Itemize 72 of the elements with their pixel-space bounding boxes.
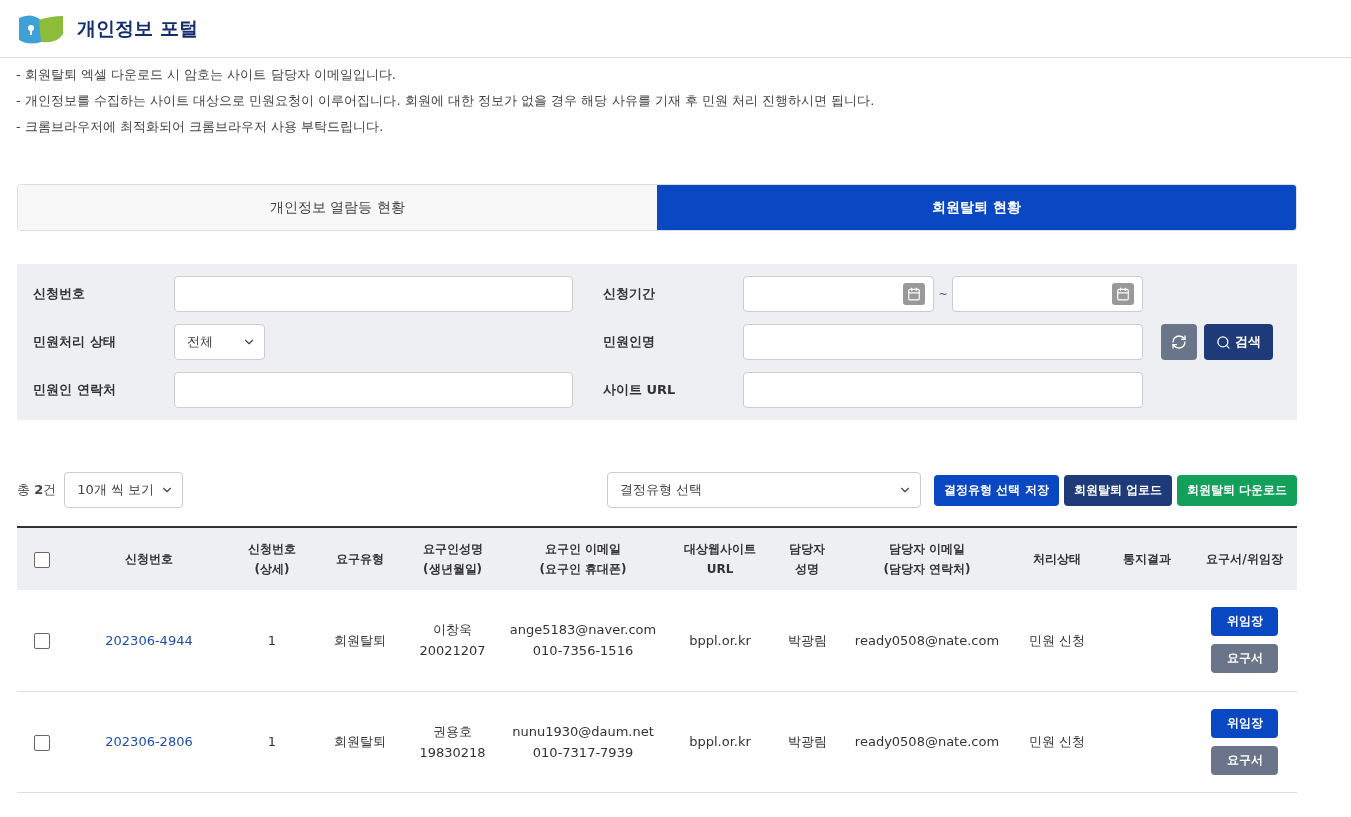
document-button[interactable]: 위임장 [1211,708,1278,738]
total-count: 총 2건 [17,481,57,499]
reset-button[interactable] [1161,324,1197,360]
table-cell: 1 [267,734,277,749]
table-cell: bppl.or.kr [689,632,751,648]
table-cell-text: 이창욱 [432,621,473,640]
table-cell: 민원 신청 [1028,632,1086,648]
table-cell: bppl.or.kr [689,734,751,749]
calendar-icon [903,283,926,305]
table-cell: ready0508@nate.com [854,734,1000,749]
input-field[interactable] [743,324,1143,360]
tab[interactable]: 회원탈퇴 현황 [657,185,1296,230]
row-checkbox[interactable] [33,734,50,751]
table-cell-text: 19830218 [418,743,487,762]
table-cell-text: ange5183@naver.com [508,621,658,640]
table-cell: 박광림 [787,734,827,749]
column-header: 신청번호 [125,552,173,566]
refresh-icon [1171,334,1187,350]
status-select[interactable]: 전체 [174,324,265,360]
table-cell-text: 20021207 [418,642,487,661]
range-separator: ~ [938,287,948,301]
table-cell: 회원탈퇴 [333,632,386,648]
table-cell-text: 010-7356-1516 [531,642,635,661]
input-field[interactable] [174,372,573,408]
column-header: 통지결과 [1123,552,1171,566]
column-header: 요구서/위임장 [1206,552,1283,566]
action-button[interactable]: 회원탈퇴 업로드 [1063,474,1172,506]
field-label: 민원인명 [603,333,656,351]
select-all-checkbox[interactable] [33,551,50,568]
page-size-select[interactable]: 10개 씩 보기 [64,472,184,508]
request-number-link[interactable]: 202306-2806 [105,734,193,749]
table-cell-text: nunu1930@daum.net [511,722,655,741]
column-header: 담당자 성명 [789,542,825,576]
table-cell-text: 권용호 [432,722,473,741]
column-header: 신청번호 (상세) [248,542,296,576]
search-button[interactable]: 검색 [1204,324,1273,360]
table-cell: 민원 신청 [1028,734,1086,749]
column-header: 담당자 이메일 (담당자 연락처) [883,542,971,576]
field-label: 민원인 연락처 [33,381,117,399]
action-button[interactable]: 결정유형 선택 저장 [934,474,1059,506]
document-button[interactable]: 위임장 [1211,607,1278,637]
date-field[interactable] [951,276,1143,312]
field-label: 신청번호 [33,285,86,303]
column-header: 요구인 이메일 (요구인 휴대폰) [539,542,627,576]
document-button[interactable]: 요구서 [1211,745,1278,775]
input-field[interactable] [743,372,1143,408]
field-label: 신청기간 [603,285,656,303]
input-field[interactable] [174,276,573,312]
field-label: 사이트 URL [603,381,677,399]
field-label: 민원처리 상태 [33,333,117,351]
table-cell: 1 [267,632,277,648]
table-cell-text: 010-7317-7939 [531,743,635,762]
search-icon [1216,334,1231,350]
portal-title: 개인정보 포털 [77,15,198,41]
notice-text: - 개인정보를 수집하는 사이트 대상으로 민원요청이 이루어집니다. 회원에 대한 정보가 없을 경우 해당 사유를 기재 후 민원 처리 진행하시면 됩니다. [16,92,876,110]
document-button[interactable]: 요구서 [1211,644,1278,674]
tab[interactable]: 개인정보 열람등 현황 [18,185,657,230]
column-header: 요구유형 [335,552,384,566]
column-header: 처리상태 [1033,552,1081,566]
table-cell: 박광림 [787,632,827,648]
row-checkbox[interactable] [33,633,50,650]
table-cell: 회원탈퇴 [333,734,386,749]
column-header: 요구인성명 (생년월일) [422,542,483,576]
request-number-link[interactable]: 202306-4944 [105,632,193,648]
decision-type-select[interactable]: 결정유형 선택 [607,472,922,508]
calendar-icon [1112,283,1134,305]
notice-text: - 크롬브라우저에 최적화되어 크롬브라우저 사용 부탁드립니다. [16,118,385,136]
table-cell: ready0508@nate.com [854,632,1000,648]
date-field[interactable] [743,276,935,312]
notice-text: - 회원탈퇴 엑셀 다운로드 시 암호는 사이트 담당자 이메일입니다. [16,66,397,84]
column-header: 대상웹사이트 URL [684,542,756,576]
logo-icon [17,13,65,44]
